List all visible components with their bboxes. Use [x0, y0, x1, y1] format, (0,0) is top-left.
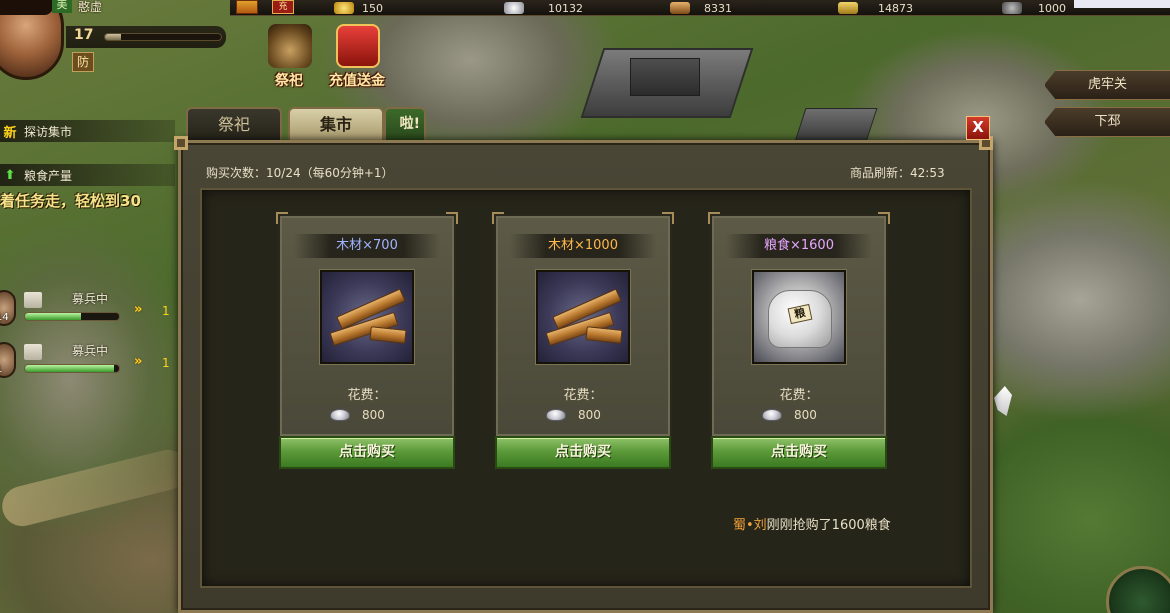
quest-hint[interactable]: 着任务走，轻松到30 [0, 190, 178, 211]
arrow-up-icon: ⬆ [4, 167, 16, 183]
resource-grain: 14873 [838, 0, 913, 16]
browser-strip [1074, 0, 1170, 8]
recruit-slot-2[interactable]: 1 募兵中 » 1 [0, 342, 180, 382]
cost-row: 800 [546, 408, 601, 422]
tab-partial[interactable]: 啦! [384, 107, 426, 141]
recruit-progress [24, 312, 120, 321]
gold-ingot-icon [334, 2, 354, 14]
speedup-count: 1 [162, 356, 170, 370]
iron-value: 1000 [1038, 1, 1066, 15]
location-hulao-pass[interactable]: 虎牢关 [1044, 70, 1170, 100]
wood-planks-icon [320, 270, 414, 364]
refresh-timer: 商品刷新：42:53 [850, 166, 945, 180]
news-text: 刚刚抢购了1600粮食 [766, 518, 891, 533]
general-level: 14 [0, 312, 9, 323]
recruit-status: 募兵中 [72, 344, 109, 358]
market-item-card: 粮食×1600 粮 花费： 800 [708, 212, 890, 438]
silver-icon [330, 409, 350, 421]
speedup-icon[interactable]: » [134, 302, 142, 317]
avatar-hair [0, 0, 53, 15]
gift-box-icon [336, 24, 380, 68]
cost-label: 花费： [563, 388, 603, 403]
market-item-card: 木材×700 花费： 800 [276, 212, 458, 438]
dialog-corner [174, 136, 188, 150]
recruit-progress-fill [25, 365, 115, 372]
wood-planks-icon [536, 270, 630, 364]
player-faction-tag: 美 [52, 0, 72, 13]
cauldron-icon [268, 24, 312, 68]
market-item-card: 木材×1000 花费： 800 [492, 212, 674, 438]
task-visit-market[interactable]: 新 探访集市 [0, 120, 175, 142]
menu-sacrifice[interactable]: 祭祀 [258, 20, 320, 89]
wood-icon [670, 2, 690, 14]
city-palace [630, 58, 700, 96]
recharge-tag[interactable]: 充 [272, 0, 294, 14]
silver-icon [504, 2, 524, 14]
recruit-progress [24, 364, 120, 373]
exp-bar-fill [105, 34, 122, 40]
tab-sacrifice[interactable]: 祭祀 [186, 107, 282, 141]
exp-bar [104, 33, 222, 41]
resource-gold: 150 [334, 0, 383, 16]
buy-count: 购买次数：10/24（每60分钟+1） [206, 166, 394, 180]
buy-button[interactable]: 点击购买 [711, 436, 887, 469]
cost-row: 800 [762, 408, 817, 422]
menu-recharge-label: 充值送金 [329, 73, 385, 89]
recruit-progress-fill [25, 313, 82, 320]
grain-icon [838, 2, 858, 14]
resource-silver: 10132 [504, 0, 583, 16]
cost-value: 800 [794, 408, 817, 422]
close-button[interactable]: X [966, 116, 990, 140]
item-title: 粮食×1600 [726, 234, 872, 258]
player-level: 17 [74, 27, 94, 43]
task-visit-market-label: 探访集市 [24, 124, 73, 139]
general-avatar [0, 342, 16, 378]
speedup-count: 1 [162, 304, 170, 318]
silver-value: 10132 [548, 1, 583, 15]
new-badge: 新 [3, 125, 17, 141]
menu-sacrifice-label: 祭祀 [275, 73, 303, 89]
wood-value: 8331 [704, 1, 732, 15]
speedup-icon[interactable]: » [134, 354, 142, 369]
task-food-production[interactable]: ⬆ 粮食产量 [0, 164, 175, 186]
iron-icon [1002, 2, 1022, 14]
grain-value: 14873 [878, 1, 913, 15]
buy-button[interactable]: 点击购买 [495, 436, 671, 469]
purchase-news: 蜀•刘刚刚抢购了1600粮食 [733, 514, 891, 533]
player-name: 憨虚 [78, 0, 103, 14]
grain-sack-icon: 粮 [752, 270, 846, 364]
resource-wood: 8331 [670, 0, 732, 16]
recruit-status: 募兵中 [72, 292, 109, 306]
silver-icon [762, 409, 782, 421]
cost-value: 800 [362, 408, 385, 422]
cost-label: 花费： [347, 388, 387, 403]
location-xiapi[interactable]: 下邳 [1044, 107, 1170, 137]
resource-iron: 1000 [1002, 0, 1066, 16]
cost-label: 花费： [779, 388, 819, 403]
gold-value: 150 [362, 1, 383, 15]
gift-icon[interactable] [236, 0, 258, 14]
tab-market[interactable]: 集市 [288, 107, 384, 141]
general-level: 1 [0, 364, 2, 375]
recruit-flag-icon [24, 292, 42, 308]
cost-row: 800 [330, 408, 385, 422]
recruit-flag-icon [24, 344, 42, 360]
item-title: 木材×700 [294, 234, 440, 258]
buyer-name: 蜀•刘 [733, 518, 767, 533]
cost-value: 800 [578, 408, 601, 422]
buy-button[interactable]: 点击购买 [279, 436, 455, 469]
task-food-production-label: 粮食产量 [24, 168, 73, 183]
menu-recharge[interactable]: 充值送金 [326, 20, 388, 89]
small-fortress[interactable] [794, 108, 878, 142]
silver-icon [546, 409, 566, 421]
stance-badge[interactable]: 防 [72, 52, 94, 72]
recruit-slot-1[interactable]: 14 募兵中 » 1 [0, 290, 180, 330]
item-title: 木材×1000 [510, 234, 656, 258]
